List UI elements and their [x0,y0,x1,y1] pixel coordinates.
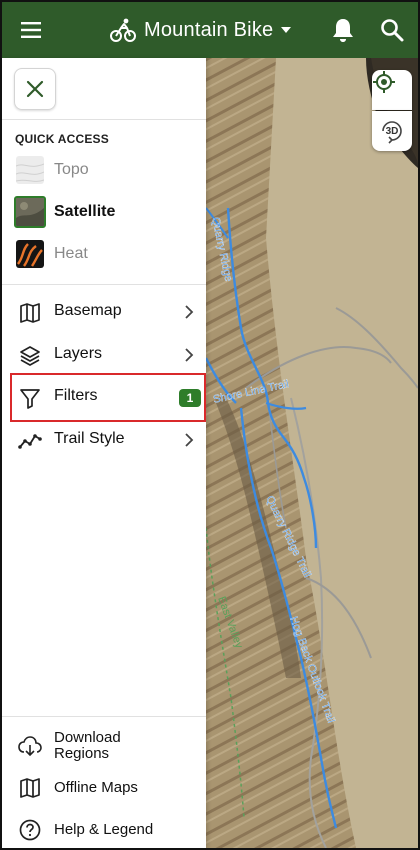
caret-down-icon [281,27,292,33]
three-d-label: 3D [385,125,399,137]
side-drawer: QUICK ACCESS Topo Satellite Heat Basemap… [2,58,206,848]
toggle-3d-button[interactable]: 3D [372,111,412,151]
trail-style-icon [18,434,42,449]
help-legend-label: Help & Legend [54,821,154,838]
download-regions-item[interactable]: Download Regions [2,726,206,766]
satellite-map: Quarry Ridge Shore Line Trail Quarry Rid… [206,58,418,848]
quick-access-topo[interactable]: Topo [2,150,206,190]
offline-maps-item[interactable]: Offline Maps [2,774,206,802]
app-title: Mountain Bike [144,18,274,41]
crosshair-icon [373,71,395,93]
search-icon[interactable] [378,16,406,44]
heat-thumbnail-icon [16,240,44,268]
quick-access-heat[interactable]: Heat [2,234,206,274]
nav-item-layers[interactable]: Layers [2,334,206,376]
chevron-right-icon [185,348,194,362]
nav-item-basemap[interactable]: Basemap [2,291,206,333]
download-regions-label: Download Regions [54,729,121,762]
nav-item-label: Basemap [54,302,122,319]
topo-thumbnail-icon [16,156,44,184]
locate-me-button[interactable] [372,70,412,110]
divider [2,716,206,717]
divider [2,119,206,120]
bell-icon[interactable] [330,16,356,44]
filters-count-badge: 1 [179,389,201,407]
top-app-bar: Mountain Bike [2,2,418,58]
quick-access-heading: QUICK ACCESS [15,132,109,146]
divider [2,284,206,285]
quick-access-label: Heat [54,245,88,262]
quick-access-label: Satellite [54,203,116,220]
nav-item-filters[interactable]: Filters [2,376,206,418]
offline-map-icon [20,778,40,798]
quick-access-label: Topo [54,161,89,178]
app-frame: Mountain Bike Quarry Ridge Shore Line Tr… [0,0,420,850]
map-view[interactable]: Quarry Ridge Shore Line Trail Quarry Rid… [206,58,418,848]
help-icon [19,819,41,841]
layers-icon [20,346,40,366]
chevron-right-icon [185,433,194,447]
bike-icon [110,18,136,42]
activity-selector[interactable]: Mountain Bike [110,14,292,46]
map-icon [20,303,40,323]
menu-icon[interactable] [18,16,46,44]
nav-item-label: Filters [54,387,98,404]
quick-access-satellite[interactable]: Satellite [2,192,206,232]
close-drawer-button[interactable] [14,68,56,110]
chevron-right-icon [185,305,194,319]
close-icon [26,80,44,98]
nav-item-trail-style[interactable]: Trail Style [2,419,206,461]
offline-maps-label: Offline Maps [54,779,138,796]
satellite-thumbnail-icon [14,196,46,228]
nav-item-label: Trail Style [54,430,125,447]
filter-icon [20,389,40,409]
help-legend-item[interactable]: Help & Legend [2,816,206,844]
cloud-download-icon [18,736,42,757]
nav-item-label: Layers [54,345,103,362]
